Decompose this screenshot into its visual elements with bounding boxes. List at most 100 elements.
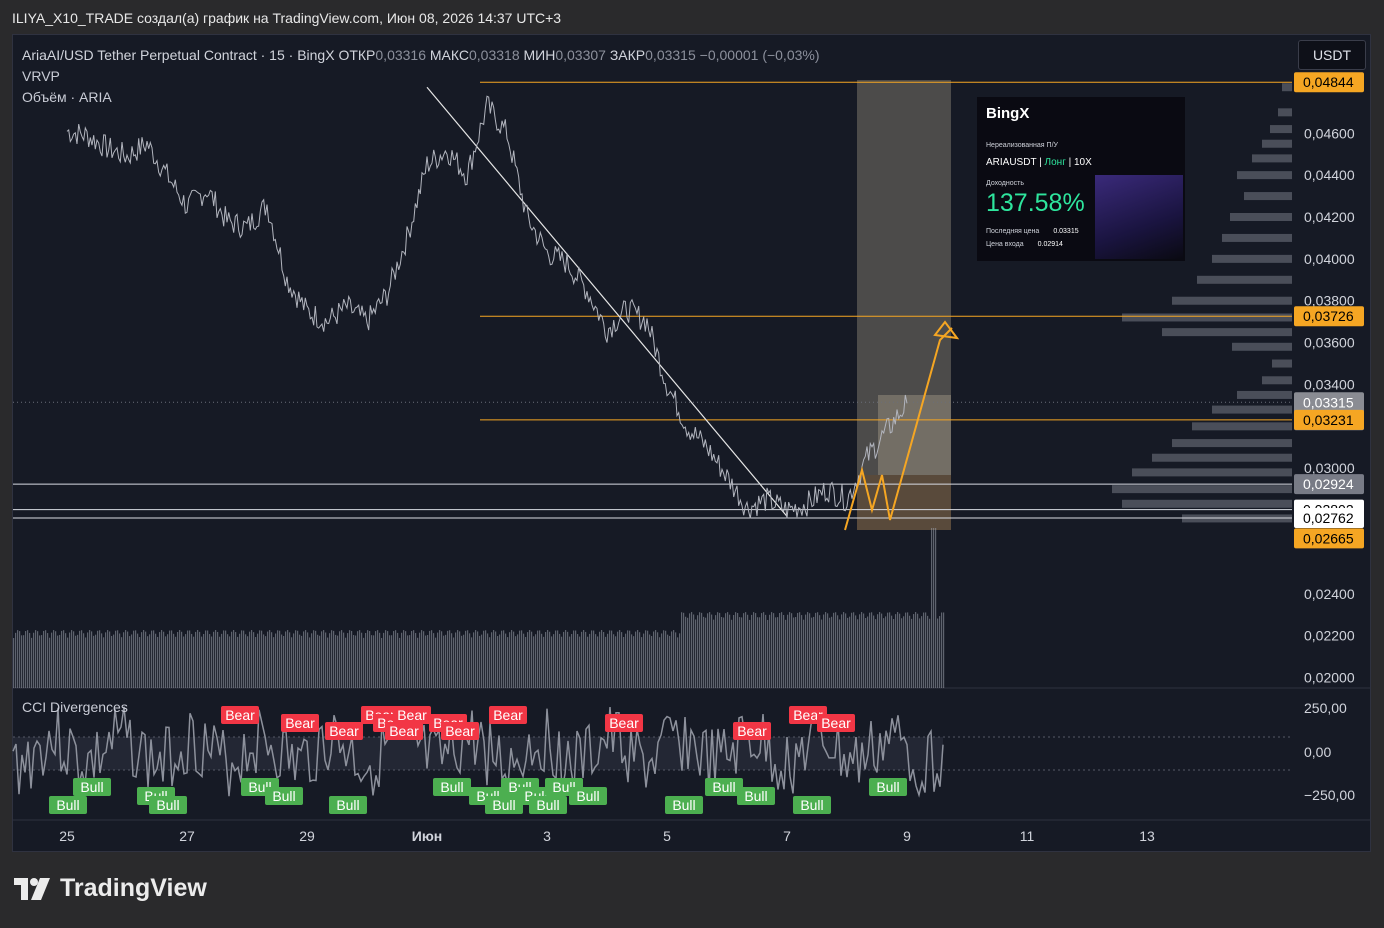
volume-bar bbox=[487, 633, 489, 688]
bull-signal-label: Bull bbox=[712, 779, 735, 795]
volume-bar bbox=[43, 630, 45, 688]
volume-bar bbox=[93, 635, 95, 688]
volume-bar bbox=[601, 630, 603, 688]
volume-bar bbox=[143, 630, 145, 688]
volume-profile-bar bbox=[1237, 390, 1292, 399]
symbol-legend-row: AriaAI/USD Tether Perpetual Contract · 1… bbox=[22, 45, 820, 66]
volume-bar bbox=[251, 630, 253, 688]
volume-bar bbox=[111, 635, 113, 688]
volume-bar bbox=[241, 630, 243, 688]
volume-bar bbox=[509, 632, 511, 688]
y-axis-tick: 0,02000 bbox=[1304, 670, 1355, 686]
volume-bar bbox=[253, 632, 255, 688]
volume-bar bbox=[417, 637, 419, 688]
volume-profile-bar bbox=[1272, 359, 1292, 368]
volume-bar bbox=[439, 630, 441, 688]
volume-bar bbox=[311, 633, 313, 688]
volume-bar bbox=[789, 612, 791, 688]
volume-bar bbox=[63, 630, 65, 688]
volume-bar bbox=[343, 632, 345, 688]
volume-bar bbox=[275, 633, 277, 688]
volume-bar bbox=[347, 633, 349, 688]
volume-bar bbox=[841, 614, 843, 688]
volume-bar bbox=[663, 630, 665, 688]
volume-bar bbox=[453, 637, 455, 688]
volume-bar bbox=[627, 630, 629, 688]
volume-bar bbox=[465, 630, 467, 688]
volume-bar bbox=[635, 631, 637, 688]
volume-bar bbox=[623, 636, 625, 688]
volume-profile-bar bbox=[1282, 83, 1292, 92]
x-axis-tick: 9 bbox=[903, 828, 911, 844]
volume-bar bbox=[27, 630, 29, 688]
volume-bar bbox=[525, 636, 527, 688]
volume-bar bbox=[859, 614, 861, 688]
volume-bar bbox=[791, 613, 793, 688]
volume-bar bbox=[155, 633, 157, 688]
volume-bar bbox=[577, 634, 579, 688]
volume-bar bbox=[317, 634, 319, 688]
indicator-vrvp[interactable]: VRVP bbox=[22, 66, 820, 87]
volume-profile-bar bbox=[1172, 439, 1292, 448]
volume-bar bbox=[389, 635, 391, 688]
volume-bar bbox=[23, 635, 25, 688]
volume-bar bbox=[595, 634, 597, 688]
indicator-volume[interactable]: Объём · ARIA bbox=[22, 87, 820, 108]
volume-bar bbox=[59, 634, 61, 688]
volume-bar bbox=[371, 635, 373, 688]
volume-bar bbox=[511, 630, 513, 688]
volume-bar bbox=[777, 617, 779, 688]
volume-bar bbox=[301, 635, 303, 688]
volume-bar bbox=[195, 631, 197, 688]
cci-indicator-title[interactable]: CCI Divergences bbox=[22, 699, 128, 715]
volume-bar bbox=[75, 635, 77, 688]
volume-profile-bar bbox=[1232, 342, 1292, 351]
volume-bar bbox=[339, 631, 341, 688]
unrealized-label: Нереализованная П/У bbox=[986, 142, 1058, 149]
volume-bar bbox=[329, 633, 331, 688]
volume-bar bbox=[205, 630, 207, 688]
volume-bar bbox=[433, 633, 435, 688]
volume-bar bbox=[235, 632, 237, 688]
volume-bar bbox=[647, 630, 649, 688]
volume-bar bbox=[673, 630, 675, 688]
volume-bar bbox=[507, 637, 509, 688]
volume-bar bbox=[97, 630, 99, 688]
currency-button[interactable]: USDT bbox=[1298, 40, 1366, 70]
volume-bar bbox=[341, 630, 343, 688]
volume-bar bbox=[425, 635, 427, 688]
tradingview-logo[interactable]: TradingView bbox=[14, 874, 207, 903]
volume-bar bbox=[163, 631, 165, 688]
volume-bar bbox=[669, 635, 671, 688]
volume-bar bbox=[729, 614, 731, 688]
volume-bar bbox=[79, 630, 81, 688]
promo-artwork bbox=[1095, 175, 1183, 259]
volume-bar bbox=[327, 637, 329, 688]
volume-bar bbox=[799, 612, 801, 688]
volume-bar bbox=[869, 612, 871, 688]
symbol-name[interactable]: AriaAI/USD Tether Perpetual Contract · 1… bbox=[22, 47, 335, 63]
volume-bar bbox=[303, 631, 305, 688]
volume-bar bbox=[801, 615, 803, 688]
bear-signal-label: Bear bbox=[609, 715, 639, 731]
entry-price-value: 0.02914 bbox=[1037, 241, 1063, 248]
volume-bar bbox=[933, 528, 935, 688]
volume-bar bbox=[533, 636, 535, 688]
volume-bar bbox=[865, 618, 867, 688]
volume-bar bbox=[321, 631, 323, 688]
volume-bar bbox=[81, 630, 83, 688]
volume-bar bbox=[591, 630, 593, 688]
volume-bar bbox=[87, 632, 89, 688]
volume-bar bbox=[759, 617, 761, 688]
volume-bar bbox=[631, 634, 633, 688]
tradingview-wordmark: TradingView bbox=[60, 874, 207, 902]
volume-bar bbox=[783, 614, 785, 688]
y-axis-tick: 0,02400 bbox=[1304, 586, 1355, 602]
volume-bar bbox=[351, 630, 353, 688]
volume-bar bbox=[723, 617, 725, 688]
volume-bar bbox=[899, 613, 901, 688]
volume-bar bbox=[373, 635, 375, 688]
volume-bar bbox=[157, 636, 159, 688]
volume-bar bbox=[659, 637, 661, 688]
profit-label: Доходность bbox=[986, 180, 1024, 187]
